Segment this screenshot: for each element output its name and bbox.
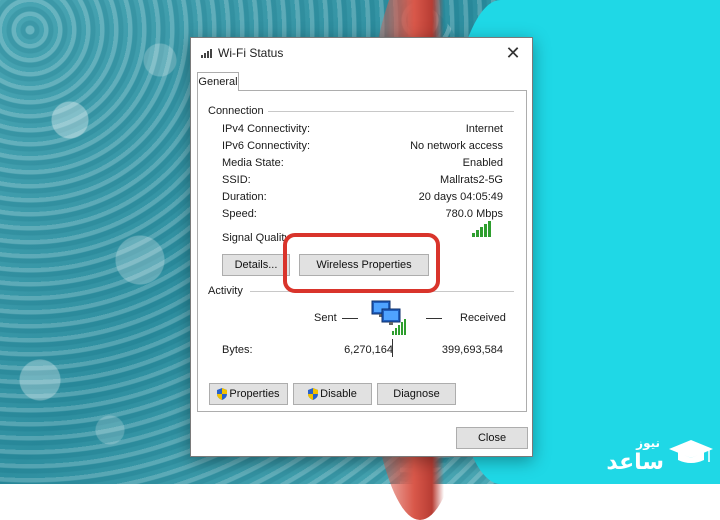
received-label: Received (460, 312, 506, 324)
sent-label: Sent (314, 312, 337, 324)
duration-value: 20 days 04:05:49 (418, 191, 503, 203)
watermark-line2: ساعد (606, 450, 664, 475)
details-button[interactable]: Details... (222, 254, 290, 276)
received-line (426, 318, 442, 319)
diagnose-button[interactable]: Diagnose (377, 383, 456, 405)
shield-icon (217, 388, 228, 401)
signal-strength-icon (472, 221, 491, 237)
highlight-circle (283, 233, 440, 293)
ipv4-label: IPv4 Connectivity: (222, 123, 311, 135)
media-state-label: Media State: (222, 157, 284, 169)
close-button[interactable]: Close (456, 427, 528, 449)
disable-button[interactable]: Disable (293, 383, 372, 405)
ssid-value: Mallrats2-5G (440, 174, 503, 186)
close-icon[interactable]: ✕ (502, 42, 524, 64)
speed-label: Speed: (222, 208, 257, 220)
shield-icon (308, 388, 319, 401)
ipv4-value: Internet (465, 123, 503, 135)
watermark-line1: نیوز (636, 436, 660, 450)
activity-heading: Activity (208, 285, 243, 297)
ipv6-label: IPv6 Connectivity: (222, 140, 311, 152)
signal-quality-label: Signal Quality (222, 232, 290, 244)
network-computers-icon (371, 300, 406, 335)
disable-label: Disable (320, 388, 357, 400)
general-panel: Connection IPv4 Connectivity: Internet I… (197, 90, 527, 412)
connection-divider (268, 111, 514, 112)
media-state-value: Enabled (462, 157, 503, 169)
bytes-label: Bytes: (222, 344, 253, 356)
properties-button[interactable]: Properties (209, 383, 288, 405)
connection-heading: Connection (208, 105, 264, 117)
properties-label: Properties (229, 388, 280, 400)
duration-label: Duration: (222, 191, 267, 203)
dialog-title: Wi-Fi Status (218, 46, 284, 60)
bytes-received-value: 399,693,584 (441, 344, 503, 356)
wifi-signal-icon (201, 49, 212, 58)
bytes-sent-value: 6,270,164 (344, 344, 393, 356)
tab-general[interactable]: General (197, 72, 239, 91)
watermark-logo: نیوز ساعد (606, 434, 718, 478)
ssid-label: SSID: (222, 174, 251, 186)
ipv6-value: No network access (410, 140, 503, 152)
bytes-divider (392, 339, 393, 357)
sent-line (342, 318, 358, 319)
graduation-cap-icon (669, 440, 713, 463)
title-bar[interactable]: Wi-Fi Status ✕ (191, 38, 532, 68)
speed-value: 780.0 Mbps (445, 208, 503, 220)
wifi-status-dialog: Wi-Fi Status ✕ General Connection IPv4 C… (190, 37, 533, 457)
